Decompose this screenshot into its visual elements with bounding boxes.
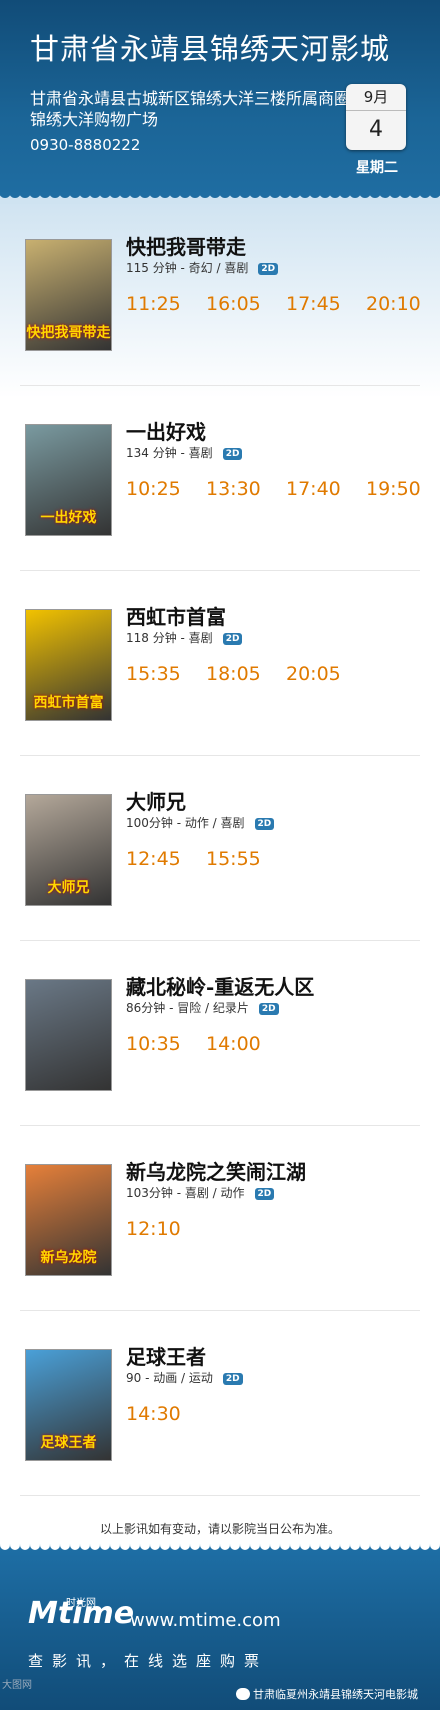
- mtime-url[interactable]: www.mtime.com: [130, 1610, 281, 1631]
- movie-duration-genre: 103分钟 - 喜剧 / 动作: [126, 1186, 245, 1200]
- showtimes: 15:35 18:05 20:05: [126, 663, 366, 685]
- cinema-phone[interactable]: 0930-8880222: [30, 136, 140, 154]
- format-2d-badge: 2D: [254, 1188, 275, 1200]
- footer-slogan: 查影讯，在线选座购票: [28, 1652, 269, 1670]
- showtime[interactable]: 11:25: [126, 293, 206, 315]
- movie-poster[interactable]: 一出好戏: [25, 424, 112, 536]
- movie-duration-genre: 100分钟 - 动作 / 喜剧: [126, 816, 245, 830]
- movie-duration-genre: 134 分钟 - 喜剧: [126, 446, 213, 460]
- format-2d-badge: 2D: [258, 263, 279, 275]
- movie-meta: 103分钟 - 喜剧 / 动作 2D: [126, 1184, 275, 1201]
- wechat-account-name: 甘肃临夏州永靖县锦绣天河电影城: [253, 1688, 418, 1701]
- movie-meta: 86分钟 - 冒险 / 纪录片 2D: [126, 999, 279, 1016]
- format-2d-badge: 2D: [222, 1373, 243, 1385]
- format-2d-badge: 2D: [222, 448, 243, 460]
- movie-item[interactable]: 西虹市首富 西虹市首富 118 分钟 - 喜剧 2D 15:35 18:05 20:05: [20, 571, 420, 756]
- showtimes: 12:10: [126, 1218, 206, 1240]
- cinema-header: 甘肃省永靖县锦绣天河影城 甘肃省永靖县古城新区锦绣大洋三楼所属商圈锦绣大洋购物广…: [0, 0, 440, 198]
- format-2d-badge: 2D: [258, 1003, 279, 1015]
- movie-item[interactable]: 大师兄 大师兄 100分钟 - 动作 / 喜剧 2D 12:45 15:55: [20, 756, 420, 941]
- showtime[interactable]: 12:45: [126, 848, 206, 870]
- poster-title: 足球王者: [40, 1435, 97, 1451]
- movie-item[interactable]: 快把我哥带走 快把我哥带走 115 分钟 - 奇幻 / 喜剧 2D 11:25 16:05…: [20, 201, 421, 386]
- poster-title: 一出好戏: [40, 510, 97, 526]
- showtime[interactable]: 15:35: [126, 663, 206, 685]
- movie-item[interactable]: 足球王者 足球王者 90 - 动画 / 运动 2D 14:30: [20, 1311, 420, 1496]
- movie-item[interactable]: 新乌龙院 新乌龙院之笑闹江湖 103分钟 - 喜剧 / 动作 2D 12:10: [20, 1126, 420, 1311]
- format-2d-badge: 2D: [254, 818, 275, 830]
- showtime[interactable]: 17:45: [286, 293, 366, 315]
- movie-duration-genre: 118 分钟 - 喜剧: [126, 631, 213, 645]
- showtime[interactable]: 12:10: [126, 1218, 206, 1240]
- mtime-logo-cn: 时光网: [66, 1598, 96, 1609]
- showtime[interactable]: 14:30: [126, 1403, 206, 1425]
- footer-banner: Mtime 时光网 www.mtime.com 查影讯，在线选座购票 甘肃临夏州…: [0, 1544, 440, 1710]
- movie-title[interactable]: 足球王者: [126, 1341, 206, 1370]
- movie-meta: 118 分钟 - 喜剧 2D: [126, 629, 243, 646]
- format-2d-badge: 2D: [222, 633, 243, 645]
- cinema-address: 甘肃省永靖县古城新区锦绣大洋三楼所属商圈锦绣大洋购物广场: [30, 89, 351, 129]
- poster-title: 西虹市首富: [33, 695, 104, 711]
- movie-title[interactable]: 新乌龙院之笑闹江湖: [126, 1156, 306, 1185]
- date-calendar-icon: 9月 4: [346, 84, 406, 150]
- showtimes: 10:25 13:30 17:40 19:50: [126, 478, 440, 500]
- movie-poster[interactable]: 大师兄: [25, 794, 112, 906]
- date-day: 4: [369, 117, 383, 142]
- showtime[interactable]: 15:55: [206, 848, 286, 870]
- date-weekday: 星期二: [356, 160, 398, 176]
- movie-duration-genre: 86分钟 - 冒险 / 纪录片: [126, 1001, 249, 1015]
- movie-title[interactable]: 一出好戏: [126, 416, 206, 445]
- showtime[interactable]: 20:05: [286, 663, 366, 685]
- showtime[interactable]: 18:05: [206, 663, 286, 685]
- notice-text: 以上影讯如有变动，请以影院当日公布为准。: [99, 1522, 340, 1536]
- movie-title[interactable]: 大师兄: [126, 786, 186, 815]
- movie-item[interactable]: 藏北秘岭-重返无人区 86分钟 - 冒险 / 纪录片 2D 10:35 14:00: [20, 941, 420, 1126]
- showtime[interactable]: 16:05: [206, 293, 286, 315]
- showtime[interactable]: 10:35: [126, 1033, 206, 1055]
- showtimes: 10:35 14:00: [126, 1033, 286, 1055]
- poster-title: 快把我哥带走: [26, 325, 111, 341]
- movie-title[interactable]: 藏北秘岭-重返无人区: [126, 971, 314, 1000]
- movie-poster[interactable]: 足球王者: [25, 1349, 112, 1461]
- movie-title[interactable]: 西虹市首富: [126, 601, 226, 630]
- movie-poster[interactable]: 新乌龙院: [25, 1164, 112, 1276]
- cinema-name: 甘肃省永靖县锦绣天河影城: [30, 32, 391, 66]
- showtime[interactable]: 19:50: [366, 478, 440, 500]
- showtime[interactable]: 17:40: [286, 478, 366, 500]
- date-month: 9月: [346, 84, 406, 111]
- movie-title[interactable]: 快把我哥带走: [126, 231, 246, 260]
- movie-meta: 134 分钟 - 喜剧 2D: [126, 444, 243, 461]
- wechat-icon: [236, 1688, 250, 1700]
- movie-poster[interactable]: 西虹市首富: [25, 609, 112, 721]
- showtime[interactable]: 10:25: [126, 478, 206, 500]
- footer-scallop-edge: [0, 1544, 440, 1550]
- poster-title: 新乌龙院: [40, 1250, 97, 1266]
- showtimes: 14:30: [126, 1403, 206, 1425]
- showtimes: 12:45 15:55: [126, 848, 286, 870]
- movie-poster[interactable]: [25, 979, 112, 1091]
- movie-meta: 90 - 动画 / 运动 2D: [126, 1369, 243, 1386]
- poster-title: 大师兄: [47, 880, 90, 896]
- movie-meta: 100分钟 - 动作 / 喜剧 2D: [126, 814, 275, 831]
- movie-duration-genre: 90 - 动画 / 运动: [126, 1371, 213, 1385]
- showtime[interactable]: 20:10: [366, 293, 440, 315]
- movie-meta: 115 分钟 - 奇幻 / 喜剧 2D: [126, 259, 279, 276]
- watermark: 大图网: [2, 1680, 32, 1691]
- movie-duration-genre: 115 分钟 - 奇幻 / 喜剧: [126, 261, 249, 275]
- movie-poster[interactable]: 快把我哥带走: [25, 239, 112, 351]
- wechat-account: 甘肃临夏州永靖县锦绣天河电影城: [236, 1686, 418, 1702]
- showtime[interactable]: 13:30: [206, 478, 286, 500]
- showtimes: 11:25 16:05 17:45 20:10: [126, 293, 440, 315]
- showtime[interactable]: 14:00: [206, 1033, 286, 1055]
- movie-item[interactable]: 一出好戏 一出好戏 134 分钟 - 喜剧 2D 10:25 13:30 17:40 19:5…: [20, 386, 421, 571]
